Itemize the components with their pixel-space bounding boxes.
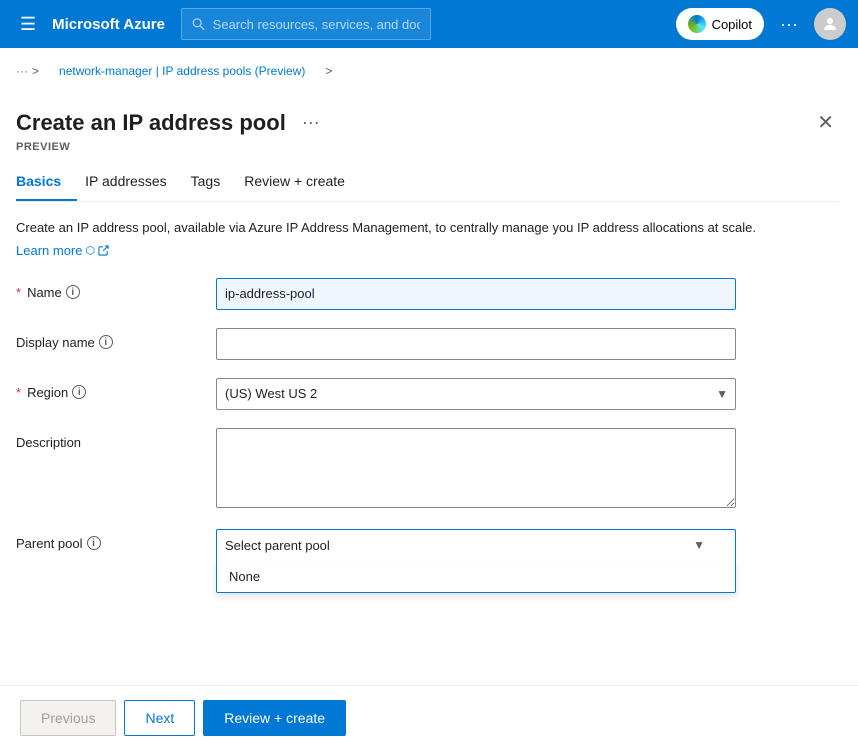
breadcrumb-link1[interactable]: network-manager | IP address pools (Prev… bbox=[43, 56, 321, 86]
copilot-label: Copilot bbox=[712, 17, 752, 32]
parent-pool-row: Parent pool i Select parent pool ▼ None bbox=[16, 529, 838, 561]
description-label: Description bbox=[16, 428, 216, 450]
display-name-info-icon[interactable]: i bbox=[99, 335, 113, 349]
parent-pool-option-none[interactable]: None bbox=[217, 561, 735, 592]
copilot-button[interactable]: Copilot bbox=[676, 8, 764, 40]
search-icon bbox=[192, 17, 205, 31]
breadcrumb-sep1: > bbox=[32, 64, 39, 78]
tab-basics[interactable]: Basics bbox=[16, 163, 77, 201]
breadcrumb: ··· > network-manager | IP address pools… bbox=[0, 48, 858, 94]
name-row: * Name i bbox=[16, 278, 838, 310]
info-text: Create an IP address pool, available via… bbox=[16, 218, 838, 238]
external-link-svg bbox=[98, 245, 109, 256]
navbar: ☰ Microsoft Azure Copilot ··· bbox=[0, 0, 858, 48]
title-more-icon[interactable]: ··· bbox=[302, 112, 320, 133]
region-select-wrapper: (US) West US 2 ▼ bbox=[216, 378, 736, 410]
tab-tags[interactable]: Tags bbox=[187, 163, 237, 201]
display-name-label: Display name i bbox=[16, 328, 216, 350]
azure-logo: Microsoft Azure bbox=[52, 16, 165, 33]
region-row: * Region i (US) West US 2 ▼ bbox=[16, 378, 838, 410]
region-info-icon[interactable]: i bbox=[72, 385, 86, 399]
parent-pool-dropdown-button[interactable]: Select parent pool ▼ bbox=[216, 529, 736, 561]
tab-ip-addresses[interactable]: IP addresses bbox=[81, 163, 182, 201]
next-button[interactable]: Next bbox=[124, 700, 195, 736]
parent-pool-dropdown-wrapper: Select parent pool ▼ None bbox=[216, 529, 736, 561]
tabs-bar: Basics IP addresses Tags Review + create bbox=[16, 163, 838, 202]
main-panel: Create an IP address pool ··· ✕ PREVIEW … bbox=[0, 94, 858, 561]
display-name-input[interactable] bbox=[216, 328, 736, 360]
learn-more-link[interactable]: Learn more ⬡ bbox=[16, 243, 109, 258]
description-control bbox=[216, 428, 736, 511]
region-control: (US) West US 2 ▼ bbox=[216, 378, 736, 410]
parent-pool-control: Select parent pool ▼ None bbox=[216, 529, 736, 561]
search-input[interactable] bbox=[213, 17, 421, 32]
title-row: Create an IP address pool ··· ✕ bbox=[16, 94, 838, 141]
breadcrumb-dots[interactable]: ··· bbox=[16, 64, 28, 78]
name-label: * Name i bbox=[16, 278, 216, 300]
search-bar bbox=[181, 8, 431, 40]
parent-pool-label: Parent pool i bbox=[16, 529, 216, 551]
parent-pool-chevron-icon: ▼ bbox=[693, 538, 705, 552]
display-name-control bbox=[216, 328, 736, 360]
close-button[interactable]: ✕ bbox=[813, 106, 838, 139]
display-name-row: Display name i bbox=[16, 328, 838, 360]
copilot-icon bbox=[688, 15, 706, 33]
external-link-icon: ⬡ bbox=[85, 244, 95, 257]
name-input[interactable] bbox=[216, 278, 736, 310]
form-section: * Name i Display name i * Region i bbox=[16, 278, 838, 561]
name-info-icon[interactable]: i bbox=[66, 285, 80, 299]
tab-review-create[interactable]: Review + create bbox=[240, 163, 361, 201]
region-select[interactable]: (US) West US 2 bbox=[216, 378, 736, 410]
region-label: * Region i bbox=[16, 378, 216, 400]
previous-button: Previous bbox=[20, 700, 116, 736]
description-row: Description bbox=[16, 428, 838, 511]
name-required-star: * bbox=[16, 285, 21, 300]
description-textarea[interactable] bbox=[216, 428, 736, 508]
review-create-button[interactable]: Review + create bbox=[203, 700, 346, 736]
parent-pool-info-icon[interactable]: i bbox=[87, 536, 101, 550]
parent-pool-options: None bbox=[216, 561, 736, 593]
navbar-more-icon[interactable]: ··· bbox=[772, 10, 806, 39]
name-control bbox=[216, 278, 736, 310]
page-title: Create an IP address pool bbox=[16, 110, 286, 136]
preview-badge: PREVIEW bbox=[16, 141, 838, 153]
breadcrumb-sep2: > bbox=[325, 64, 332, 78]
footer: Previous Next Review + create bbox=[0, 685, 858, 750]
hamburger-icon[interactable]: ☰ bbox=[12, 10, 44, 39]
avatar[interactable] bbox=[814, 8, 846, 40]
parent-pool-placeholder: Select parent pool bbox=[225, 538, 330, 553]
region-required-star: * bbox=[16, 385, 21, 400]
